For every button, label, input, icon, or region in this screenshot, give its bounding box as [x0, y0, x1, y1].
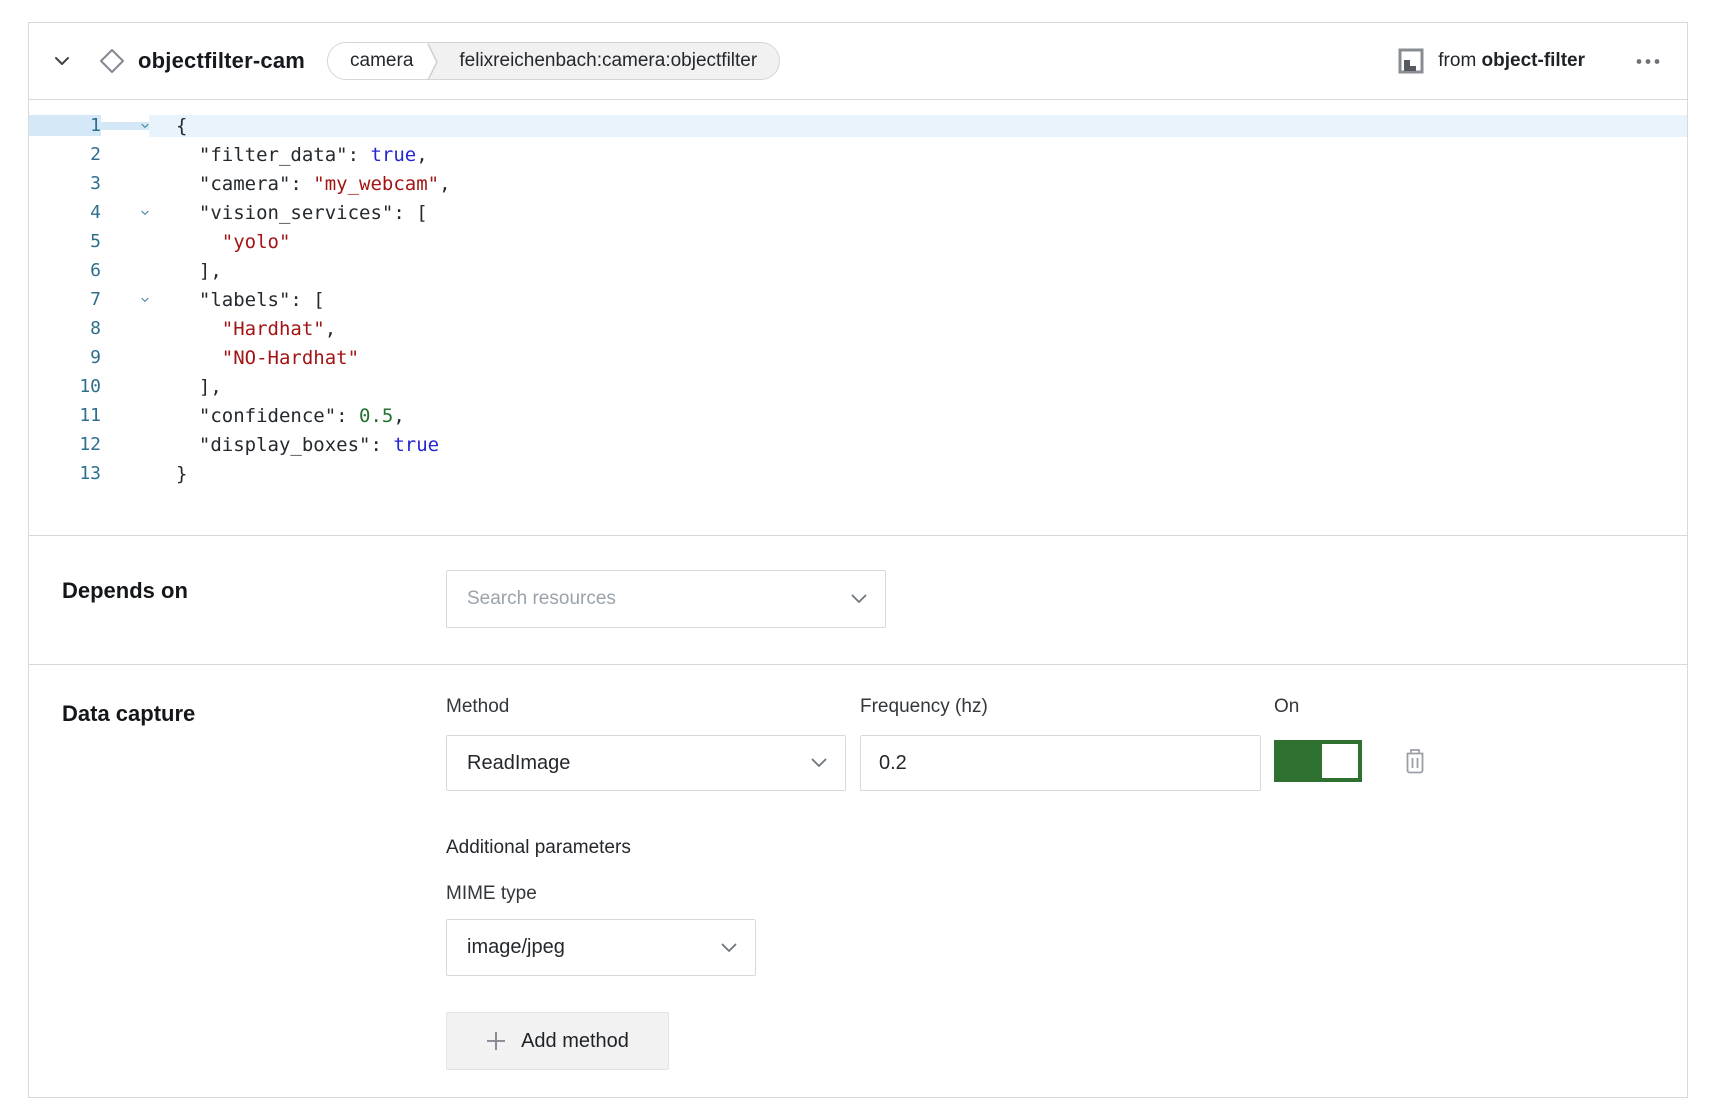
frequency-label: Frequency (hz)	[860, 696, 1261, 718]
line-number: 9	[29, 347, 101, 368]
ellipsis-icon	[1636, 58, 1660, 65]
data-capture-toggle[interactable]	[1274, 740, 1362, 782]
line-number: 3	[29, 173, 101, 194]
mime-type-select[interactable]: image/jpeg	[446, 919, 756, 976]
code-line: 9 "NO-Hardhat"	[29, 343, 1687, 372]
toggle-knob	[1322, 744, 1358, 778]
module-name: object-filter	[1482, 50, 1585, 71]
method-label: Method	[446, 696, 846, 718]
line-number: 8	[29, 318, 101, 339]
method-value: ReadImage	[467, 752, 811, 775]
json-editor[interactable]: 1{2 "filter_data": true,3 "camera": "my_…	[29, 100, 1687, 536]
line-number: 6	[29, 260, 101, 281]
chevron-down-icon	[811, 758, 827, 768]
fold-toggle[interactable]	[101, 122, 149, 130]
data-capture-section: Data capture Method ReadImage Frequency …	[29, 664, 1687, 1099]
fold-chevron-down-icon	[141, 296, 149, 304]
toggle-label: On	[1274, 696, 1429, 718]
fold-chevron-down-icon	[141, 122, 149, 130]
code-line: 4 "vision_services": [	[29, 198, 1687, 227]
code-text: {	[149, 115, 1687, 137]
module-icon	[1398, 48, 1424, 74]
search-placeholder: Search resources	[467, 588, 851, 610]
fold-toggle[interactable]	[101, 296, 149, 304]
mime-type-value: image/jpeg	[467, 936, 721, 959]
code-text: "NO-Hardhat"	[149, 347, 1687, 369]
frequency-input[interactable]	[860, 735, 1261, 791]
from-module-label: from object-filter	[1438, 50, 1585, 72]
code-text: "Hardhat",	[149, 318, 1687, 340]
code-text: "vision_services": [	[149, 202, 1687, 224]
type-badge: camera	[328, 43, 427, 79]
code-text: }	[149, 463, 1687, 485]
badge-divider-chevron-icon	[427, 43, 445, 80]
add-method-button[interactable]: Add method	[446, 1012, 669, 1070]
data-capture-heading: Data capture	[29, 665, 446, 1099]
component-header: objectfilter-cam camera felixreichenbach…	[29, 23, 1687, 100]
code-text: "filter_data": true,	[149, 144, 1687, 166]
line-number: 1	[29, 115, 101, 136]
header-right: from object-filter	[1398, 48, 1661, 74]
component-card: objectfilter-cam camera felixreichenbach…	[28, 22, 1688, 1098]
depends-on-heading: Depends on	[29, 536, 446, 664]
code-text: "labels": [	[149, 289, 1687, 311]
mime-type-label: MIME type	[446, 883, 1429, 905]
code-line: 3 "camera": "my_webcam",	[29, 169, 1687, 198]
code-text: "yolo"	[149, 231, 1687, 253]
code-text: ],	[149, 376, 1687, 398]
line-number: 7	[29, 289, 101, 310]
card-menu-button[interactable]	[1635, 51, 1661, 71]
code-line: 5 "yolo"	[29, 227, 1687, 256]
code-text: ],	[149, 260, 1687, 282]
method-select[interactable]: ReadImage	[446, 735, 846, 791]
line-number: 5	[29, 231, 101, 252]
code-line: 11 "confidence": 0.5,	[29, 401, 1687, 430]
depends-on-section: Depends on Search resources	[29, 536, 1687, 664]
depends-on-search-select[interactable]: Search resources	[446, 570, 886, 628]
additional-parameters-label: Additional parameters	[446, 837, 1429, 859]
code-line: 6 ],	[29, 256, 1687, 285]
collapse-button[interactable]	[53, 52, 71, 70]
fold-chevron-down-icon	[141, 209, 149, 217]
code-text: "confidence": 0.5,	[149, 405, 1687, 427]
line-number: 2	[29, 144, 101, 165]
add-method-label: Add method	[521, 1030, 629, 1053]
code-line: 10 ],	[29, 372, 1687, 401]
json-editor-lines: 1{2 "filter_data": true,3 "camera": "my_…	[29, 111, 1687, 488]
delete-method-button[interactable]	[1401, 746, 1429, 776]
diamond-icon	[98, 47, 126, 75]
code-text: "camera": "my_webcam",	[149, 173, 1687, 195]
line-number: 10	[29, 376, 101, 397]
line-number: 4	[29, 202, 101, 223]
component-type-model-badge: camera felixreichenbach:camera:objectfil…	[327, 42, 780, 80]
line-number: 12	[29, 434, 101, 455]
model-badge: felixreichenbach:camera:objectfilter	[445, 43, 779, 79]
trash-icon	[1402, 747, 1428, 775]
fold-toggle[interactable]	[101, 209, 149, 217]
line-number: 11	[29, 405, 101, 426]
code-line: 8 "Hardhat",	[29, 314, 1687, 343]
code-line: 13}	[29, 459, 1687, 488]
code-line: 2 "filter_data": true,	[29, 140, 1687, 169]
code-text: "display_boxes": true	[149, 434, 1687, 456]
code-line: 7 "labels": [	[29, 285, 1687, 314]
code-line: 12 "display_boxes": true	[29, 430, 1687, 459]
chevron-down-icon	[851, 594, 867, 604]
line-number: 13	[29, 463, 101, 484]
component-title: objectfilter-cam	[138, 48, 305, 74]
chevron-down-icon	[54, 56, 70, 66]
plus-icon	[486, 1031, 506, 1051]
chevron-down-icon	[721, 943, 737, 953]
code-line: 1{	[29, 111, 1687, 140]
